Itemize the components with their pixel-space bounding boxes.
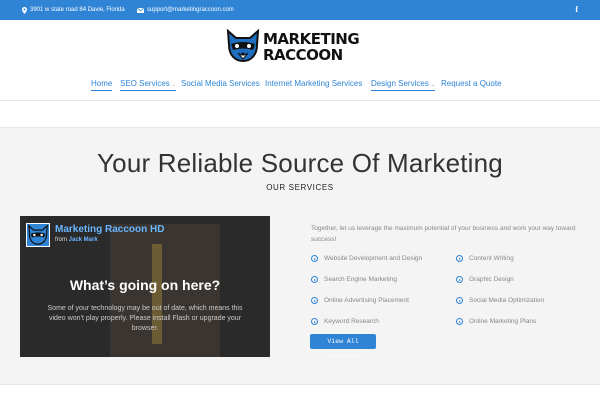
email-info[interactable]: support@marketingraccoon.com (137, 6, 234, 14)
service-item[interactable]: Content Writing (456, 255, 514, 262)
address-info: 3901 w state road 84 Davie, Florida (22, 6, 125, 14)
footer-band (0, 384, 600, 400)
service-label: Graphic Design (469, 276, 514, 283)
location-pin-icon (22, 6, 27, 14)
site-header: MARKETING RACCOON Home SEO Services ⌄ Soc… (0, 20, 600, 101)
arrow-circle-icon (456, 255, 463, 262)
page-title: Your Reliable Source Of Marketing (97, 148, 503, 178)
video-author-link[interactable]: Jack Mark (69, 237, 98, 243)
video-player[interactable]: Marketing Raccoon HD from Jack Mark What… (20, 216, 270, 357)
raccoon-logo-icon (226, 29, 260, 63)
arrow-circle-icon (456, 297, 463, 304)
section-subtitle: OUR SERVICES (266, 183, 334, 192)
from-label: from (55, 237, 67, 243)
arrow-circle-icon (456, 276, 463, 283)
address-text: 3901 w state road 84 Davie, Florida (30, 7, 125, 13)
service-label: Keyword Research (324, 318, 379, 325)
service-label: Online Advertising Placement (324, 297, 409, 304)
nav-item-seo-services[interactable]: SEO Services ⌄ (120, 79, 176, 91)
divider-band (0, 101, 600, 128)
video-byline: from Jack Mark (55, 237, 98, 243)
arrow-circle-icon (311, 276, 318, 283)
nav-item-label: Internet Marketing Services (265, 79, 363, 88)
envelope-icon (137, 7, 144, 13)
nav-item-label: Design Services (371, 79, 429, 88)
video-error-message: Some of your technology may be out of da… (47, 305, 243, 332)
nav-item-design-services[interactable]: Design Services ⌄ (371, 79, 436, 91)
logo-line-2: RACCOON (263, 46, 343, 64)
service-item[interactable]: Website Development and Design (311, 255, 422, 262)
service-label: Social Media Optimization (469, 297, 545, 304)
chevron-down-icon: ⌄ (171, 82, 176, 88)
service-label: Search Engine Marketing (324, 276, 397, 283)
nav-item-social-media-services[interactable]: Social Media Services (181, 79, 260, 90)
services-intro: Together, let us leverage the maximum po… (311, 225, 576, 243)
main-nav: Home SEO Services ⌄ Social Media Services… (0, 77, 600, 97)
nav-item-home[interactable]: Home (91, 79, 113, 91)
video-title[interactable]: Marketing Raccoon HD (55, 224, 164, 235)
logo-wordmark: MARKETING RACCOON (263, 30, 360, 64)
raccoon-avatar-icon (28, 224, 48, 245)
nav-item-label: Social Media Services (181, 79, 260, 88)
arrow-circle-icon (311, 297, 318, 304)
nav-item-label: Home (91, 79, 113, 88)
service-item[interactable]: Graphic Design (456, 276, 514, 283)
chevron-down-icon: ⌄ (430, 82, 436, 88)
arrow-circle-icon (311, 318, 318, 325)
arrow-circle-icon (311, 255, 318, 262)
nav-item-request-a-quote[interactable]: Request a Quote (441, 79, 501, 90)
service-label: Content Writing (469, 255, 514, 262)
nav-item-internet-marketing-services[interactable]: Internet Marketing Services (265, 79, 362, 90)
service-item[interactable]: Online Advertising Placement (311, 297, 409, 304)
email-link[interactable]: support@marketingraccoon.com (147, 6, 234, 14)
service-item[interactable]: Keyword Research (311, 318, 379, 325)
channel-avatar[interactable] (26, 223, 50, 247)
video-error-title: What’s going on here? (69, 277, 221, 293)
facebook-icon[interactable]: f (575, 5, 578, 14)
service-item[interactable]: Search Engine Marketing (311, 276, 397, 283)
arrow-circle-icon (456, 318, 463, 325)
top-bar: 3901 w state road 84 Davie, Florida supp… (0, 0, 600, 20)
nav-item-label: Request a Quote (441, 79, 502, 88)
nav-item-label: SEO Services (120, 79, 170, 88)
site-logo[interactable]: MARKETING RACCOON (225, 28, 377, 66)
service-item[interactable]: Social Media Optimization (456, 297, 544, 304)
logo-line-1: MARKETING (263, 30, 360, 48)
service-label: Online Marketing Plans (469, 318, 537, 325)
service-item[interactable]: Online Marketing Plans (456, 318, 536, 325)
view-all-features-button[interactable]: View All Features (310, 334, 376, 360)
service-label: Website Development and Design (324, 255, 423, 262)
